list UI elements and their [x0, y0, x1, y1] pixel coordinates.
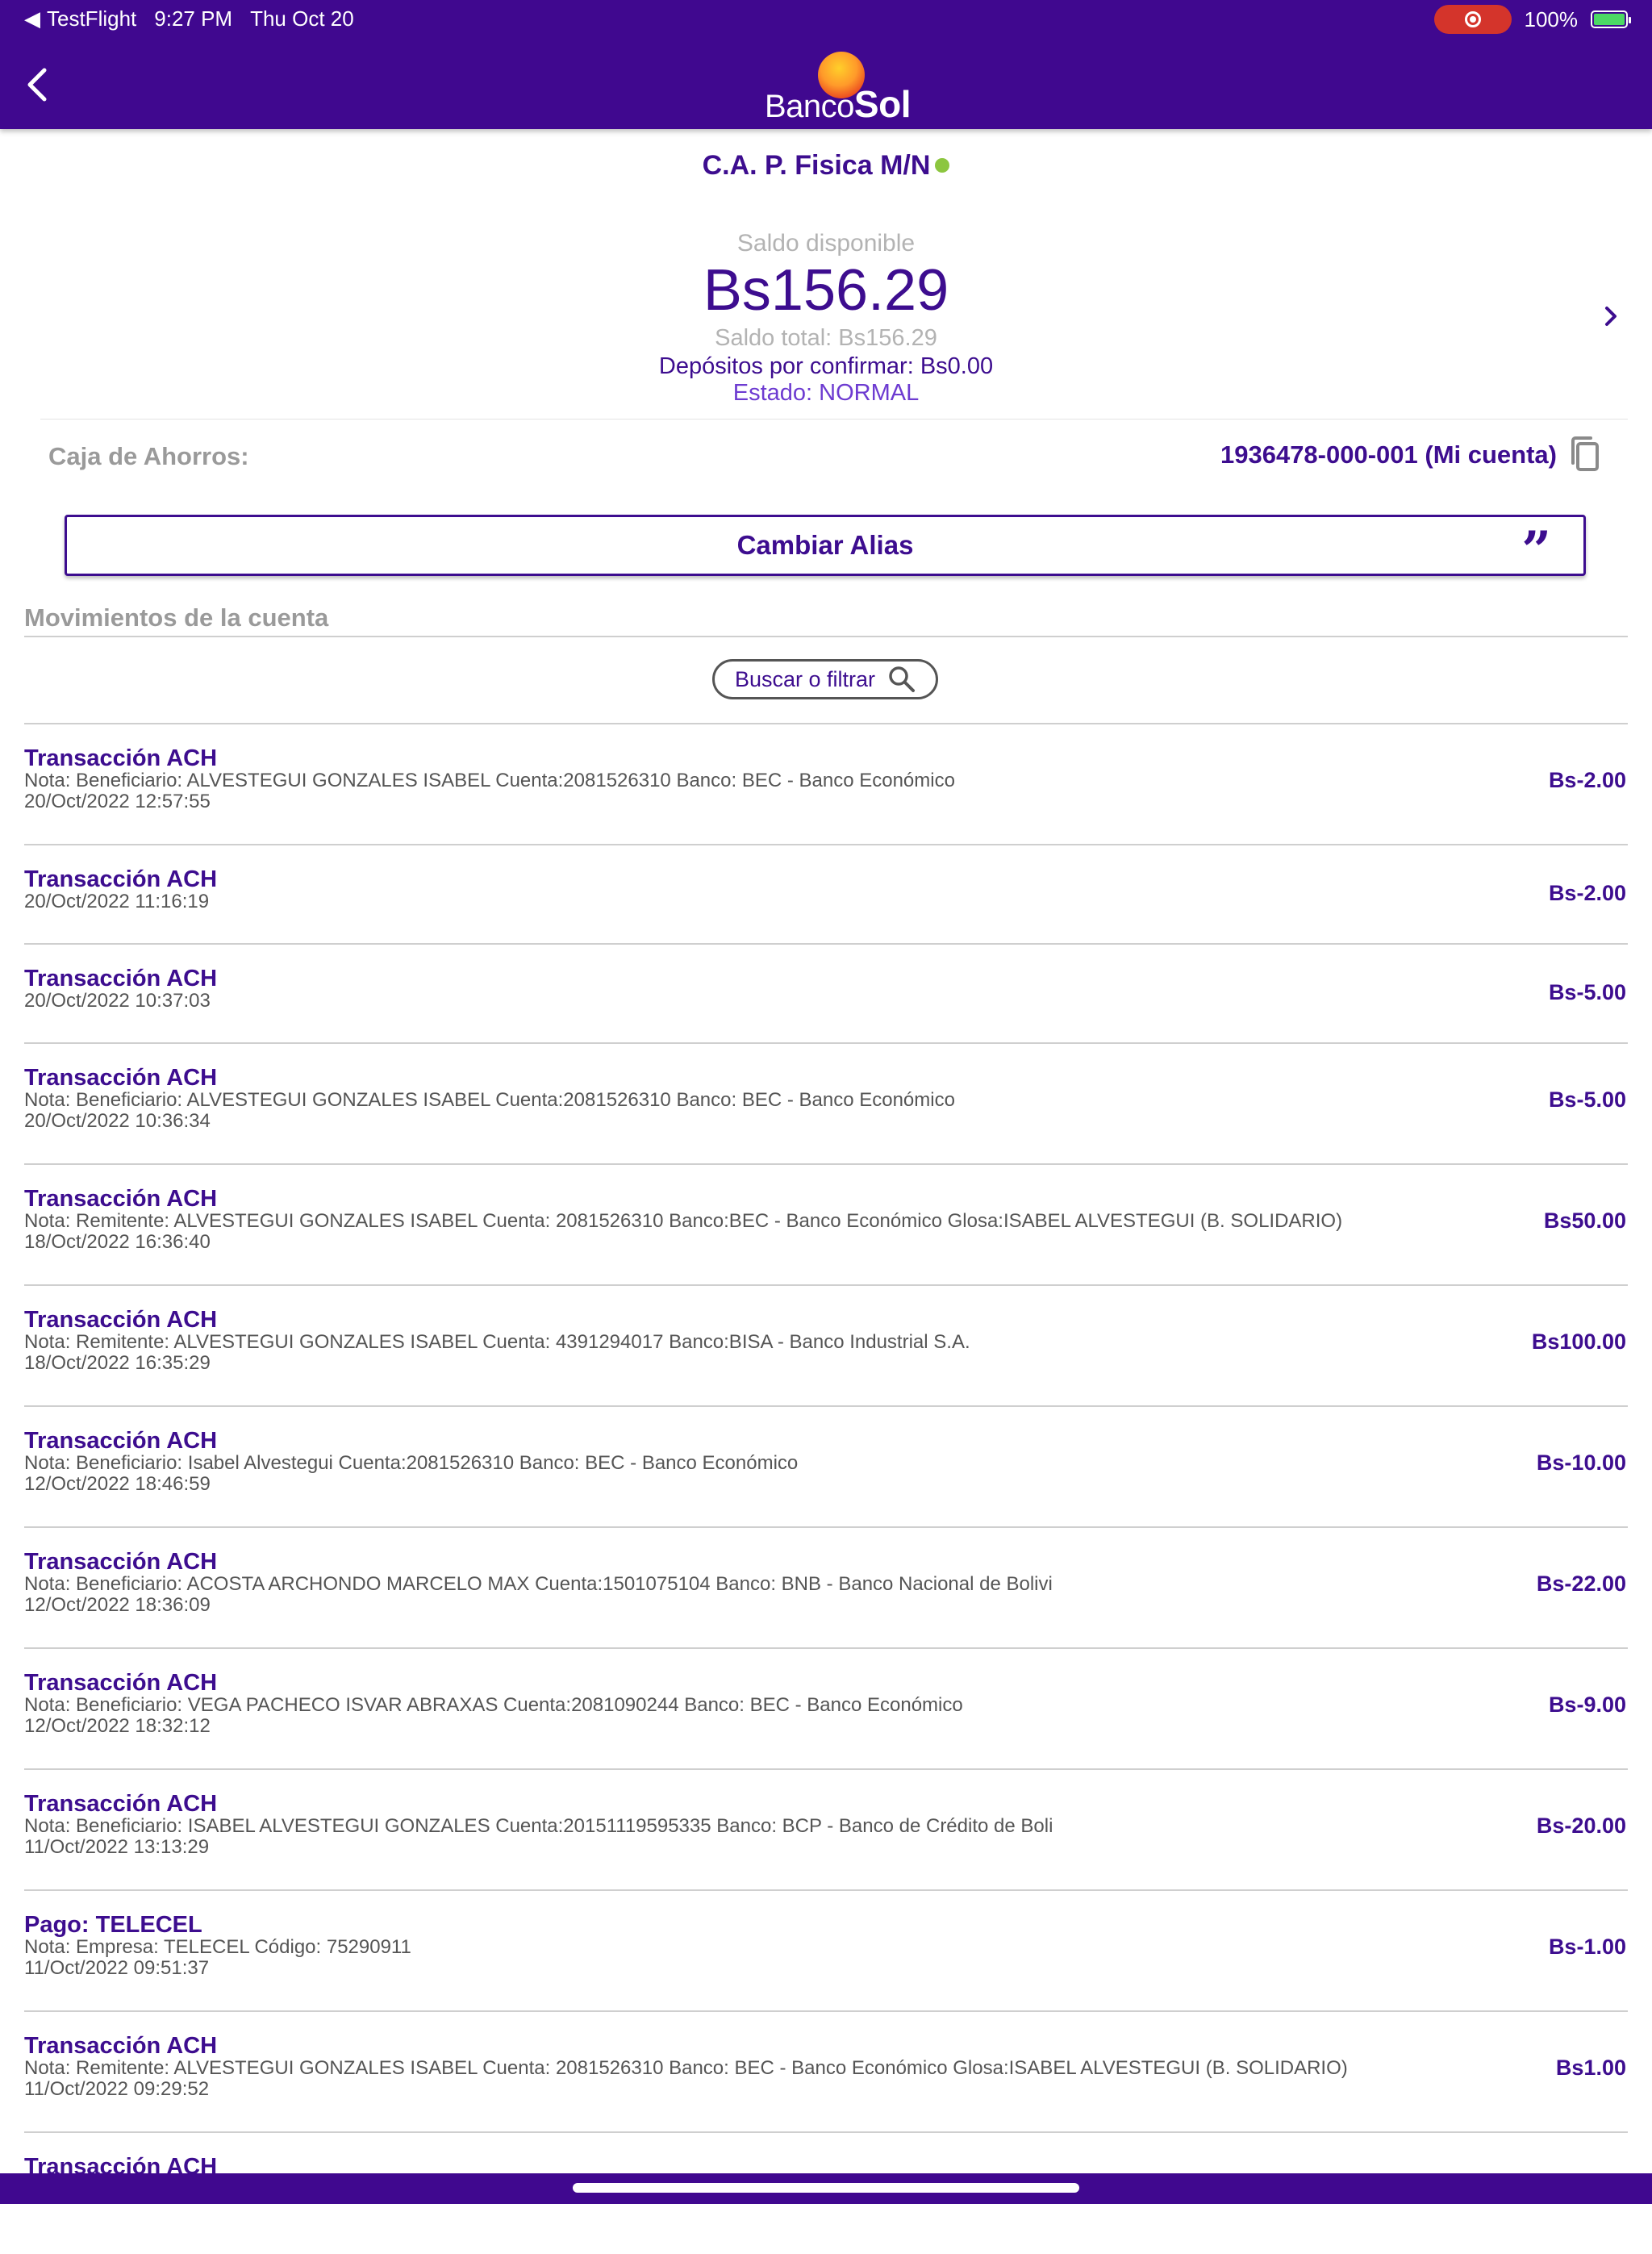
- transaction-note: Nota: Beneficiario: ALVESTEGUI GONZALES …: [24, 770, 955, 791]
- balance-block: Saldo disponible Bs156.29 Saldo total: B…: [0, 230, 1652, 407]
- transaction-amount: Bs-2.00: [1548, 881, 1626, 905]
- transaction-date: 20/Oct/2022 11:16:19: [24, 891, 210, 912]
- transaction-row[interactable]: Transacción ACH 20/Oct/2022 10:37:03 Bs-…: [24, 945, 1628, 1044]
- back-button[interactable]: [19, 65, 55, 105]
- transaction-date: 20/Oct/2022 10:37:03: [24, 990, 211, 1012]
- change-alias-button[interactable]: Cambiar Alias ”: [65, 515, 1586, 581]
- pending-deposits: Depósitos por confirmar: Bs0.00: [658, 353, 994, 379]
- battery-percent: 100%: [1524, 6, 1579, 31]
- available-balance: Bs156.29: [703, 258, 949, 323]
- back-app-label: TestFlight: [47, 6, 137, 31]
- transaction-title: Transacción ACH: [24, 1791, 218, 1817]
- transaction-amount: Bs50.00: [1543, 1208, 1626, 1233]
- status-date: Thu Oct 20: [250, 6, 354, 31]
- transaction-amount: Bs-9.00: [1548, 1693, 1626, 1717]
- account-status: Estado: NORMAL: [732, 380, 920, 406]
- home-indicator[interactable]: [573, 2183, 1079, 2193]
- search-icon: [889, 666, 916, 692]
- transaction-note: Nota: Remitente: ALVESTEGUI GONZALES ISA…: [24, 2057, 1348, 2079]
- search-filter-button[interactable]: Buscar o filtrar: [712, 659, 938, 699]
- logo-wordmark: BancoSol: [765, 83, 911, 125]
- transaction-row[interactable]: Transacción ACH Nota: Beneficiario: ALVE…: [24, 724, 1628, 845]
- divider: [24, 636, 1628, 637]
- transaction-date: 11/Oct/2022 09:51:37: [24, 1957, 210, 1979]
- status-bar-left: ◀ TestFlight 9:27 PM Thu Oct 20: [24, 6, 354, 31]
- transaction-note: Nota: Beneficiario: VEGA PACHECO ISVAR A…: [24, 1694, 963, 1716]
- quote-icon: ”: [1521, 520, 1551, 581]
- total-balance: Saldo total: Bs156.29: [715, 325, 937, 351]
- transaction-title: Transacción ACH: [24, 1549, 218, 1575]
- transaction-title: Transacción ACH: [24, 1065, 218, 1091]
- transaction-title: Transacción ACH: [24, 745, 218, 771]
- transaction-amount: Bs-22.00: [1536, 1572, 1626, 1596]
- transaction-amount: Bs-5.00: [1548, 1087, 1626, 1112]
- account-number: 1936478-000-001 (Mi cuenta): [1220, 440, 1557, 469]
- top-bar: ◀ TestFlight 9:27 PM Thu Oct 20 100% Ban…: [0, 0, 1652, 129]
- transaction-date: 20/Oct/2022 10:36:34: [24, 1110, 211, 1132]
- caja-label: Caja de Ahorros:: [48, 442, 249, 470]
- transaction-row[interactable]: Pago: TELECEL Nota: Empresa: TELECEL Cód…: [24, 1891, 1628, 2012]
- status-time: 9:27 PM: [154, 6, 233, 31]
- record-icon: [1464, 11, 1481, 27]
- transaction-title: Transacción ACH: [24, 866, 218, 892]
- chevron-left-icon: [27, 68, 47, 102]
- transaction-title: Pago: TELECEL: [24, 1912, 202, 1938]
- account-title: C.A. P. Fisica M/N: [0, 150, 1652, 182]
- transaction-date: 20/Oct/2022 12:57:55: [24, 791, 211, 812]
- transaction-amount: Bs-10.00: [1536, 1450, 1626, 1475]
- transaction-row[interactable]: Transacción ACH Nota: Beneficiario: VEGA…: [24, 1649, 1628, 1770]
- transaction-note: Nota: Beneficiario: Isabel Alvestegui Cu…: [24, 1452, 799, 1474]
- transaction-title: Transacción ACH: [24, 1186, 218, 1212]
- back-triangle-icon: ◀: [24, 6, 40, 31]
- transaction-amount: Bs1.00: [1555, 2056, 1626, 2080]
- active-status-dot: [935, 158, 950, 173]
- transaction-note: Nota: Beneficiario: ALVESTEGUI GONZALES …: [24, 1089, 955, 1111]
- transaction-note: Nota: Beneficiario: ISABEL ALVESTEGUI GO…: [24, 1815, 1053, 1837]
- balance-label: Saldo disponible: [736, 230, 916, 257]
- search-filter-label: Buscar o filtrar: [734, 666, 876, 691]
- copy-icon[interactable]: [1568, 436, 1604, 474]
- transaction-note: Nota: Beneficiario: ACOSTA ARCHONDO MARC…: [24, 1573, 1053, 1595]
- transaction-row[interactable]: Transacción ACH Nota: Remitente: ALVESTE…: [24, 2012, 1628, 2133]
- transaction-date: 12/Oct/2022 18:32:12: [24, 1715, 211, 1737]
- transaction-row[interactable]: Transacción ACH Nota: Beneficiario: ACOS…: [24, 1528, 1628, 1649]
- transaction-amount: Bs100.00: [1531, 1329, 1626, 1354]
- transaction-note: Nota: Empresa: TELECEL Código: 75290911: [24, 1936, 411, 1958]
- transaction-amount: Bs-2.00: [1548, 768, 1626, 792]
- transaction-date: 11/Oct/2022 09:29:52: [24, 2078, 210, 2100]
- transaction-date: 11/Oct/2022 13:13:29: [24, 1836, 210, 1858]
- chevron-right-icon: [1605, 307, 1617, 326]
- battery-icon: [1591, 10, 1631, 28]
- transaction-title: Transacción ACH: [24, 1428, 218, 1454]
- transaction-amount: Bs-20.00: [1536, 1814, 1626, 1838]
- transaction-date: 18/Oct/2022 16:35:29: [24, 1352, 211, 1374]
- transaction-row[interactable]: Transacción ACH Nota: Remitente: ALVESTE…: [24, 1165, 1628, 1286]
- transaction-list: Transacción ACH Nota: Beneficiario: ALVE…: [24, 724, 1628, 2254]
- transaction-date: 12/Oct/2022 18:36:09: [24, 1594, 211, 1616]
- transaction-title: Transacción ACH: [24, 966, 218, 991]
- account-details-button[interactable]: [1599, 302, 1623, 331]
- transaction-row[interactable]: Transacción ACH 20/Oct/2022 11:16:19 Bs-…: [24, 845, 1628, 945]
- movements-title: Movimientos de la cuenta: [24, 603, 329, 632]
- transaction-row[interactable]: Transacción ACH Nota: Beneficiario: Isab…: [24, 1407, 1628, 1528]
- transaction-date: 12/Oct/2022 18:46:59: [24, 1473, 211, 1495]
- transaction-row[interactable]: Transacción ACH Nota: Beneficiario: ISAB…: [24, 1770, 1628, 1891]
- transaction-note: Nota: Remitente: ALVESTEGUI GONZALES ISA…: [24, 1210, 1343, 1232]
- transaction-title: Transacción ACH: [24, 2033, 218, 2059]
- bancosol-logo: BancoSol: [763, 50, 911, 125]
- status-bar-right: 100%: [1433, 5, 1631, 34]
- transaction-row[interactable]: Transacción ACH Nota: Beneficiario: ALVE…: [24, 1044, 1628, 1165]
- transaction-note: Nota: Remitente: ALVESTEGUI GONZALES ISA…: [24, 1331, 970, 1353]
- transaction-title: Transacción ACH: [24, 1670, 218, 1696]
- screen-recording-indicator[interactable]: [1433, 5, 1512, 34]
- transaction-row[interactable]: Transacción ACH Nota: Remitente: ALVESTE…: [24, 1286, 1628, 1407]
- back-to-app[interactable]: ◀ TestFlight: [24, 6, 136, 31]
- transaction-amount: Bs-5.00: [1548, 980, 1626, 1004]
- transaction-amount: Bs-1.00: [1548, 1935, 1626, 1959]
- change-alias-label: Cambiar Alias: [736, 530, 914, 560]
- transaction-date: 18/Oct/2022 16:36:40: [24, 1231, 211, 1253]
- transaction-title: Transacción ACH: [24, 1307, 218, 1333]
- copy-glyph: [1571, 436, 1599, 471]
